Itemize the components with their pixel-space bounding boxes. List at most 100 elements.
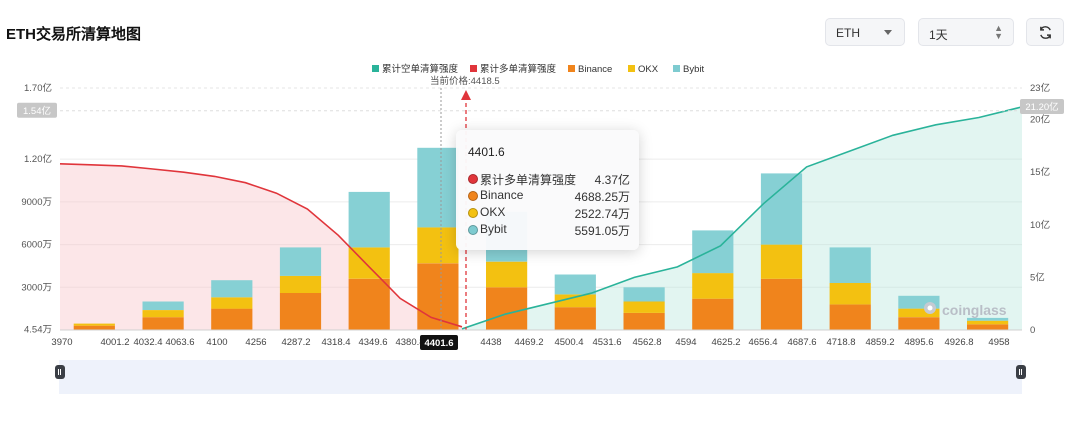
bar-okx [692, 273, 734, 299]
bar-binance [829, 304, 871, 330]
tooltip-dot-long [468, 174, 478, 184]
legend-label: 累计多单清算强度 [480, 63, 557, 75]
bar-bybit [623, 287, 665, 302]
bar-okx [142, 310, 184, 318]
coin-select[interactable]: ETH [825, 18, 905, 46]
zoom-slider-track[interactable] [59, 360, 1022, 394]
bar-binance [554, 307, 596, 330]
y-right-tick: 15亿 [1030, 166, 1050, 178]
y-right-tick: 10亿 [1030, 219, 1050, 231]
bar-binance [623, 312, 665, 330]
bar-bybit [829, 247, 871, 283]
legend-label: 累计空单清算强度 [382, 63, 459, 75]
tooltip-dot-okx [468, 208, 478, 218]
x-tick: 4531.6 [592, 337, 621, 348]
tooltip-title: 4401.6 [468, 145, 505, 159]
bar-binance [967, 324, 1009, 330]
tooltip-row-binance: Binance 4688.25万 [468, 188, 630, 204]
x-tick: 3970 [51, 337, 72, 348]
zoom-handle-right[interactable] [1016, 365, 1026, 379]
bar-bybit [692, 230, 734, 274]
current-price-label: 当前价格:4418.5 [430, 75, 500, 87]
bar-okx [967, 320, 1009, 325]
tooltip-label: OKX [480, 205, 506, 219]
y-left-tick: 1.20亿 [24, 153, 52, 165]
period-select[interactable]: 1天 ▲ ▼ [918, 18, 1014, 46]
x-tick: 4469.2 [514, 337, 543, 348]
x-tick: 4656.4 [748, 337, 777, 348]
x-tick: 4001.2 [100, 337, 129, 348]
x-tick: 4958 [988, 337, 1009, 348]
y-left-tick: 4.54万 [24, 324, 52, 335]
x-tick: 4100 [206, 337, 227, 348]
legend-label: OKX [638, 64, 659, 75]
bar-bybit [417, 147, 459, 228]
bar-bybit [211, 280, 253, 298]
y-left-tick: 9000万 [21, 197, 52, 208]
period-select-value: 1天 [929, 28, 948, 42]
x-tick: 4438 [480, 337, 501, 348]
tooltip-value: 4688.25万 [574, 190, 630, 204]
up-down-icon: ▲ ▼ [994, 23, 1003, 41]
tooltip-value: 5591.05万 [574, 224, 630, 238]
bar-binance [279, 293, 322, 330]
tooltip-row-bybit: Bybit 5591.05万 [468, 222, 630, 238]
bar-binance [760, 278, 803, 330]
legend-label: Bybit [683, 64, 704, 75]
refresh-icon [1040, 26, 1051, 39]
bar-okx [486, 261, 528, 288]
bar-binance [211, 308, 253, 330]
bar-bybit [760, 173, 803, 245]
bar-bybit [279, 247, 322, 276]
x-tick: 4256 [245, 337, 266, 348]
bar-bybit [967, 317, 1009, 321]
x-tick: 4318.4 [321, 337, 350, 348]
bar-binance [142, 317, 184, 330]
bar-binance [486, 287, 528, 330]
legend-label: Binance [578, 64, 612, 75]
zoom-handle-left[interactable] [55, 365, 65, 379]
bar-okx [73, 323, 115, 326]
x-tick: 4594 [675, 337, 696, 348]
x-tick: 4562.8 [632, 337, 661, 348]
bar-binance [73, 325, 115, 330]
bar-okx [760, 244, 803, 279]
bar-okx [417, 227, 459, 264]
y-right-tick: 20亿 [1030, 114, 1050, 126]
refresh-button[interactable] [1026, 18, 1064, 46]
tooltip: 4401.6 累计多单清算强度 4.37亿 Binance 4688.25万 O… [456, 130, 639, 250]
x-tick: 4500.4 [554, 337, 583, 348]
coinglass-logo-icon [922, 300, 938, 321]
y-right-tick: 0 [1030, 325, 1035, 336]
tooltip-label: Bybit [480, 222, 507, 236]
x-tick: 4859.2 [865, 337, 894, 348]
x-tick: 4895.6 [904, 337, 933, 348]
bar-bybit [554, 274, 596, 295]
x-highlight-label: 4401.6 [424, 338, 453, 349]
bar-binance [692, 298, 734, 330]
bar-bybit [142, 301, 184, 310]
bar-okx [829, 283, 871, 305]
x-tick: 4687.6 [787, 337, 816, 348]
y-left-marker: 1.54亿 [23, 105, 51, 117]
x-tick: 4063.6 [165, 337, 194, 348]
y-left-tick: 1.70亿 [24, 82, 52, 94]
x-tick: 4926.8 [944, 337, 973, 348]
tooltip-row-okx: OKX 2522.74万 [468, 205, 630, 221]
tooltip-label: 累计多单清算强度 [480, 173, 577, 187]
tooltip-dot-bybit [468, 225, 478, 235]
legend-swatch [568, 65, 575, 72]
bar-okx [211, 297, 253, 309]
x-tick: 4287.2 [281, 337, 310, 348]
x-tick: 4625.2 [711, 337, 740, 348]
y-right-marker: 21.20亿 [1025, 101, 1058, 113]
tooltip-row-long: 累计多单清算强度 4.37亿 [468, 171, 630, 187]
x-tick: 4718.8 [826, 337, 855, 348]
y-left-tick: 6000万 [21, 240, 52, 251]
x-tick: 4032.4 [133, 337, 162, 348]
current-price-arrow [461, 90, 471, 100]
y-right-tick: 5亿 [1030, 271, 1045, 283]
watermark: coinglass [942, 302, 1007, 318]
bar-bybit [348, 191, 390, 248]
y-left-tick: 3000万 [21, 282, 52, 293]
